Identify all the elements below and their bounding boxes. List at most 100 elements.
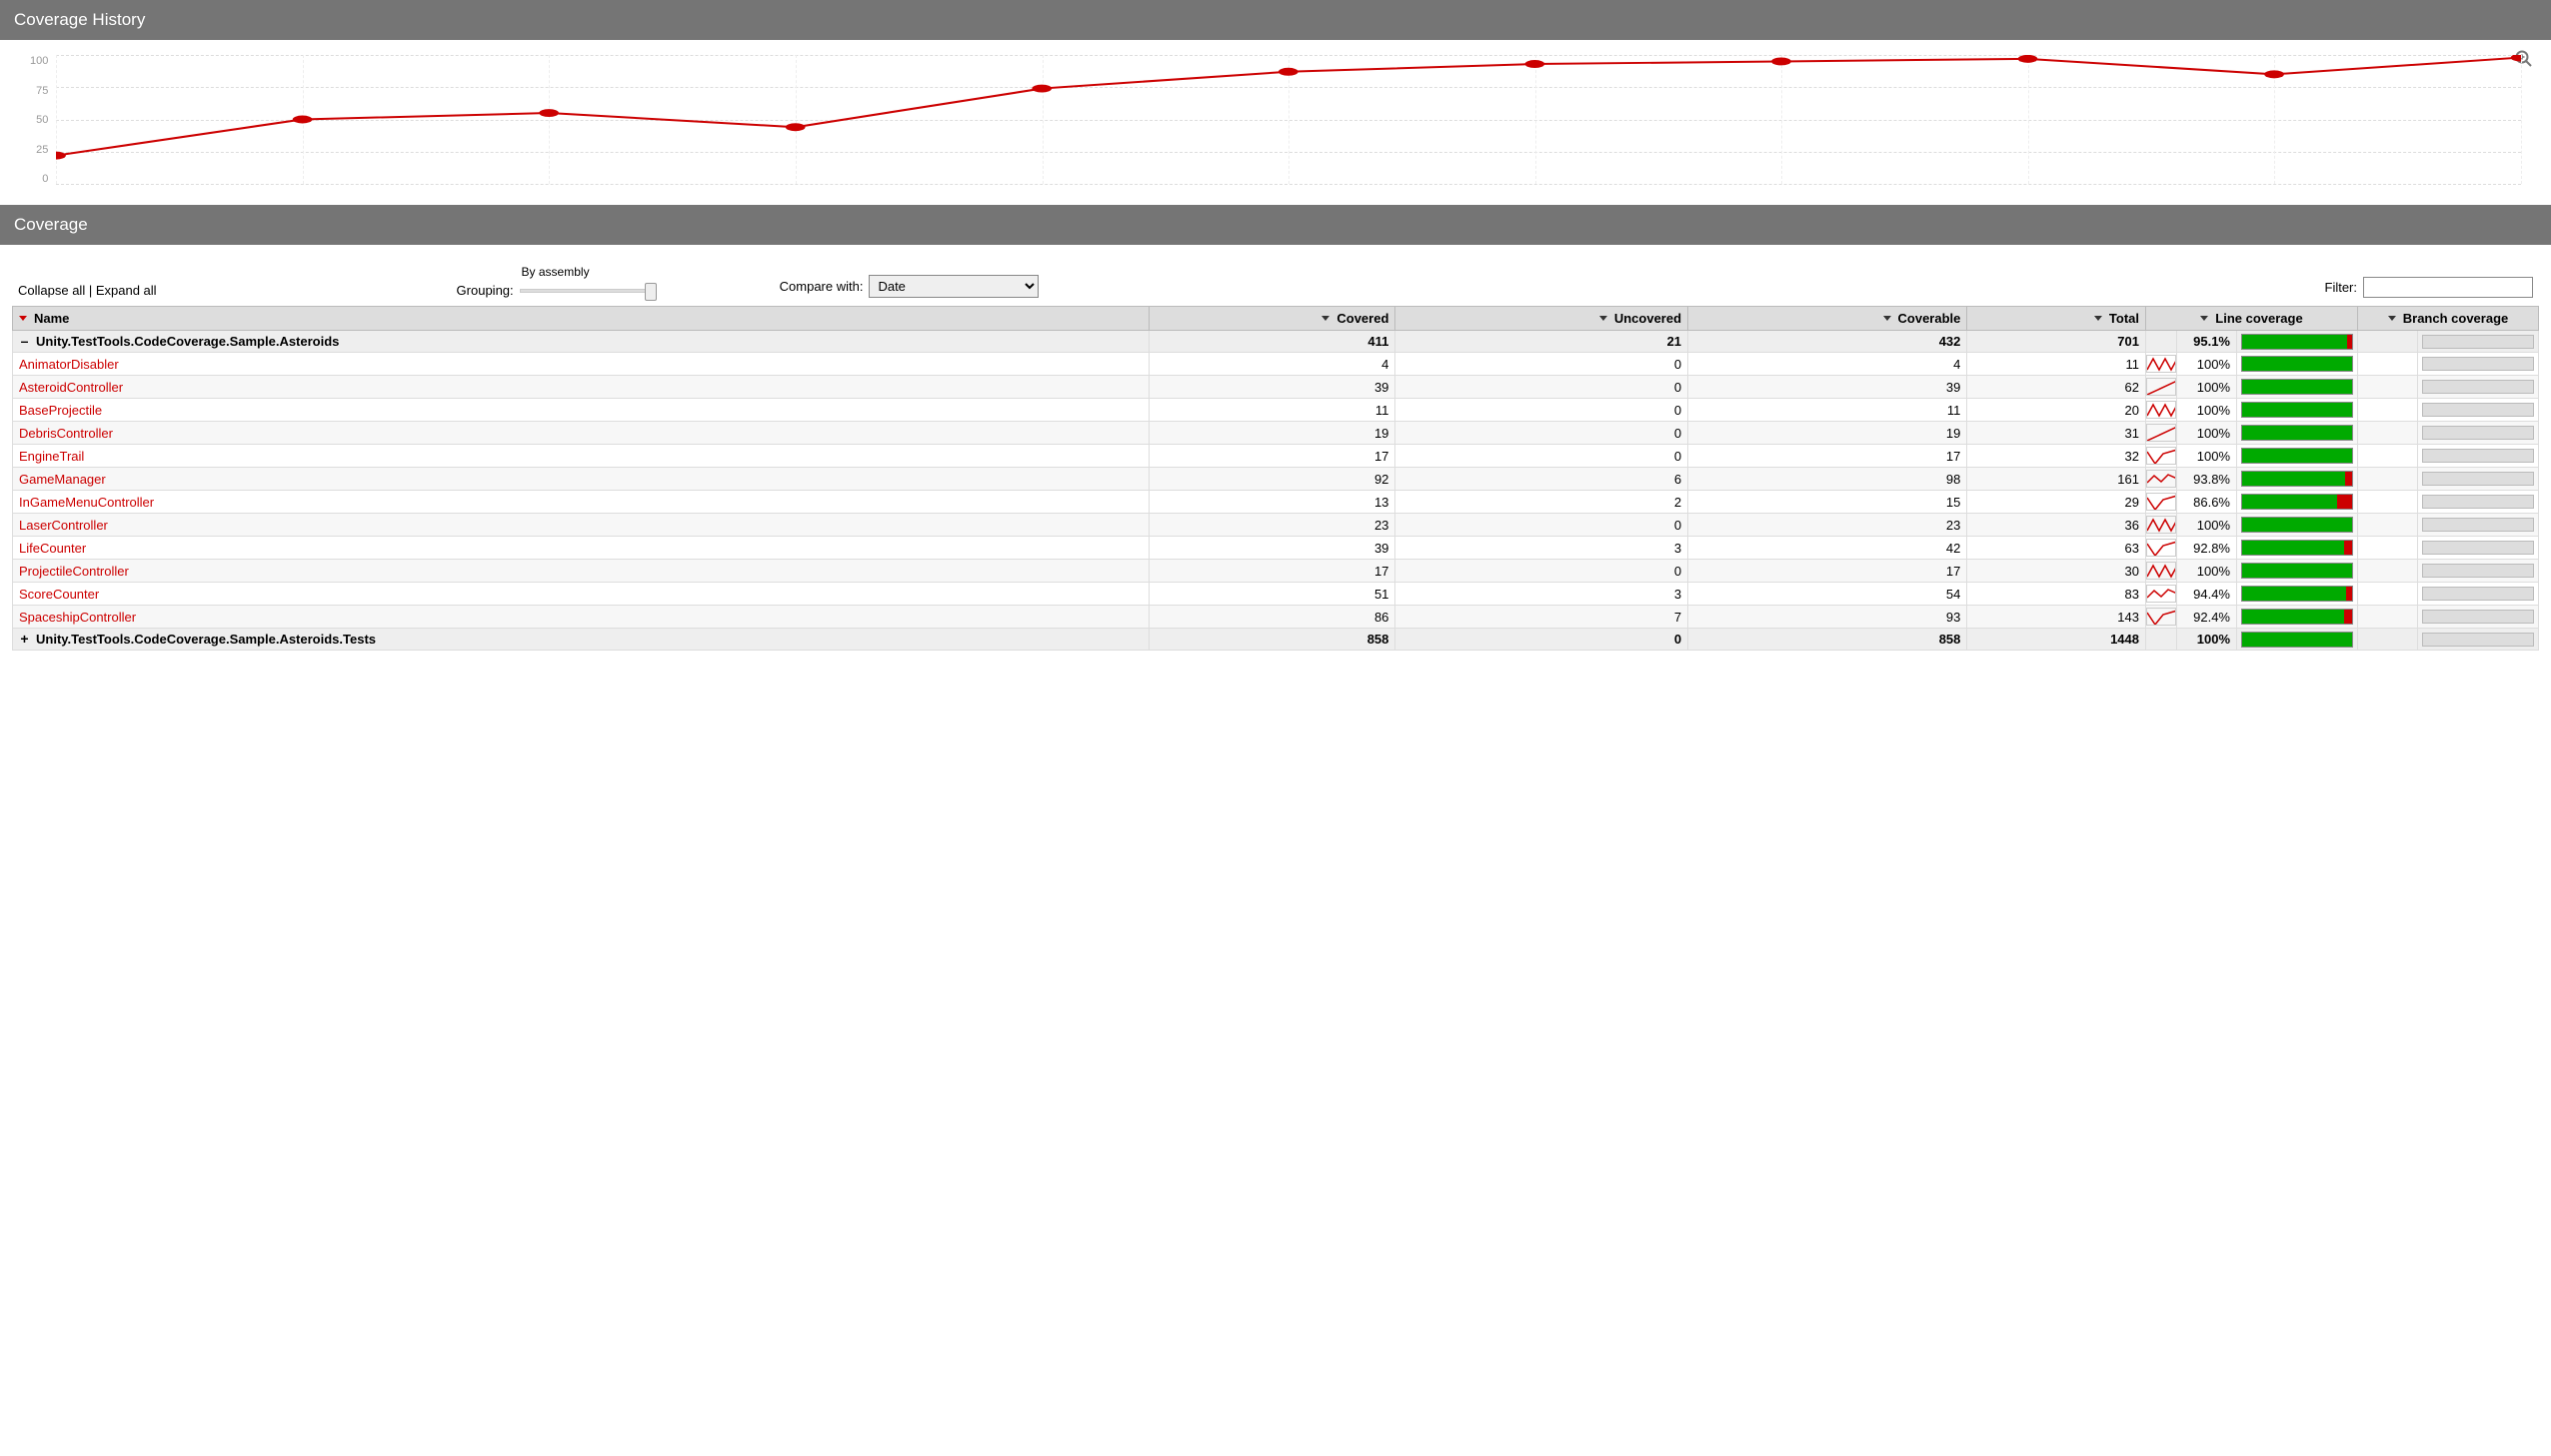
col-covered[interactable]: Covered bbox=[1150, 307, 1395, 331]
cell-coverable: 93 bbox=[1688, 606, 1967, 629]
cell-coverable: 15 bbox=[1688, 491, 1967, 514]
cell-line-pct: 93.8% bbox=[2177, 468, 2237, 491]
sparkline-icon[interactable] bbox=[2146, 378, 2176, 396]
sparkline-icon[interactable] bbox=[2146, 470, 2176, 488]
collapse-icon[interactable]: – bbox=[19, 337, 30, 348]
class-link[interactable]: EngineTrail bbox=[19, 449, 84, 464]
sparkline-icon[interactable] bbox=[2146, 516, 2176, 534]
cell-branch-bar bbox=[2418, 583, 2539, 606]
sparkline-icon[interactable] bbox=[2146, 355, 2176, 373]
cell-coverable: 432 bbox=[1688, 331, 1967, 353]
cell-total: 143 bbox=[1967, 606, 2146, 629]
cell-branch-pct bbox=[2358, 422, 2418, 445]
cell-line-bar bbox=[2237, 629, 2358, 651]
grouping-label: Grouping: bbox=[457, 283, 514, 298]
cell-line-pct: 100% bbox=[2177, 445, 2237, 468]
class-link[interactable]: GameManager bbox=[19, 472, 106, 487]
compare-label: Compare with: bbox=[780, 279, 864, 294]
table-row: +Unity.TestTools.CodeCoverage.Sample.Ast… bbox=[13, 629, 2539, 651]
cell-total: 30 bbox=[1967, 560, 2146, 583]
compare-select[interactable]: Date bbox=[869, 275, 1039, 298]
cell-uncovered: 6 bbox=[1395, 468, 1688, 491]
coverage-bar bbox=[2241, 494, 2353, 510]
cell-branch-bar bbox=[2418, 331, 2539, 353]
cell-line-pct: 95.1% bbox=[2177, 331, 2237, 353]
class-link[interactable]: BaseProjectile bbox=[19, 403, 102, 418]
slider-handle-icon[interactable] bbox=[645, 283, 657, 301]
sparkline-icon[interactable] bbox=[2146, 585, 2176, 603]
grouping-slider[interactable] bbox=[520, 289, 650, 293]
cell-branch-pct bbox=[2358, 537, 2418, 560]
cell-sparkline bbox=[2146, 353, 2177, 376]
cell-uncovered: 0 bbox=[1395, 629, 1688, 651]
cell-branch-bar bbox=[2418, 445, 2539, 468]
cell-name: AsteroidController bbox=[13, 376, 1150, 399]
col-line-coverage[interactable]: Line coverage bbox=[2146, 307, 2358, 331]
collapse-all-link[interactable]: Collapse all bbox=[18, 283, 85, 298]
cell-name: GameManager bbox=[13, 468, 1150, 491]
coverage-bar bbox=[2241, 402, 2353, 418]
class-link[interactable]: ProjectileController bbox=[19, 564, 129, 579]
history-chart[interactable] bbox=[56, 55, 2521, 185]
branch-bar bbox=[2422, 564, 2534, 578]
class-link[interactable]: LaserController bbox=[19, 518, 108, 533]
col-branch-coverage[interactable]: Branch coverage bbox=[2358, 307, 2539, 331]
expand-all-link[interactable]: Expand all bbox=[96, 283, 157, 298]
class-link[interactable]: AsteroidController bbox=[19, 380, 123, 395]
cell-uncovered: 0 bbox=[1395, 514, 1688, 537]
cell-covered: 39 bbox=[1150, 376, 1395, 399]
sparkline-icon[interactable] bbox=[2146, 447, 2176, 465]
coverage-bar bbox=[2241, 632, 2353, 648]
cell-name: AnimatorDisabler bbox=[13, 353, 1150, 376]
class-link[interactable]: InGameMenuController bbox=[19, 495, 154, 510]
y-tick: 100 bbox=[30, 55, 48, 67]
coverage-bar bbox=[2241, 563, 2353, 579]
sparkline-icon[interactable] bbox=[2146, 562, 2176, 580]
coverage-bar bbox=[2241, 448, 2353, 464]
cell-branch-pct bbox=[2358, 629, 2418, 651]
class-link[interactable]: ScoreCounter bbox=[19, 587, 99, 602]
sparkline-icon[interactable] bbox=[2146, 539, 2176, 557]
cell-branch-bar bbox=[2418, 468, 2539, 491]
cell-covered: 17 bbox=[1150, 560, 1395, 583]
table-row: AnimatorDisabler40411100% bbox=[13, 353, 2539, 376]
class-link[interactable]: SpaceshipController bbox=[19, 610, 136, 625]
cell-branch-bar bbox=[2418, 353, 2539, 376]
sparkline-icon[interactable] bbox=[2146, 608, 2176, 626]
branch-bar bbox=[2422, 335, 2534, 349]
sparkline-icon[interactable] bbox=[2146, 424, 2176, 442]
sort-icon bbox=[2388, 316, 2396, 321]
coverage-bar bbox=[2241, 609, 2353, 625]
cell-covered: 19 bbox=[1150, 422, 1395, 445]
cell-line-pct: 100% bbox=[2177, 560, 2237, 583]
filter-input[interactable] bbox=[2363, 277, 2533, 298]
expand-icon[interactable]: + bbox=[19, 635, 30, 646]
cell-covered: 23 bbox=[1150, 514, 1395, 537]
cell-branch-pct bbox=[2358, 468, 2418, 491]
sparkline-icon[interactable] bbox=[2146, 493, 2176, 511]
class-link[interactable]: LifeCounter bbox=[19, 541, 86, 556]
cell-branch-pct bbox=[2358, 491, 2418, 514]
sparkline-icon[interactable] bbox=[2146, 401, 2176, 419]
class-link[interactable]: AnimatorDisabler bbox=[19, 357, 119, 372]
y-tick: 50 bbox=[36, 114, 48, 126]
cell-coverable: 23 bbox=[1688, 514, 1967, 537]
cell-line-pct: 100% bbox=[2177, 376, 2237, 399]
cell-branch-pct bbox=[2358, 445, 2418, 468]
branch-bar bbox=[2422, 449, 2534, 463]
class-link[interactable]: DebrisController bbox=[19, 426, 113, 441]
cell-branch-bar bbox=[2418, 399, 2539, 422]
cell-coverable: 17 bbox=[1688, 445, 1967, 468]
col-name[interactable]: Name bbox=[13, 307, 1150, 331]
sort-icon bbox=[2200, 316, 2208, 321]
branch-bar bbox=[2422, 403, 2534, 417]
cell-line-pct: 94.4% bbox=[2177, 583, 2237, 606]
cell-sparkline bbox=[2146, 445, 2177, 468]
cell-branch-bar bbox=[2418, 422, 2539, 445]
col-total[interactable]: Total bbox=[1967, 307, 2146, 331]
cell-line-pct: 100% bbox=[2177, 422, 2237, 445]
col-coverable[interactable]: Coverable bbox=[1688, 307, 1967, 331]
cell-name: SpaceshipController bbox=[13, 606, 1150, 629]
cell-line-pct: 100% bbox=[2177, 629, 2237, 651]
col-uncovered[interactable]: Uncovered bbox=[1395, 307, 1688, 331]
